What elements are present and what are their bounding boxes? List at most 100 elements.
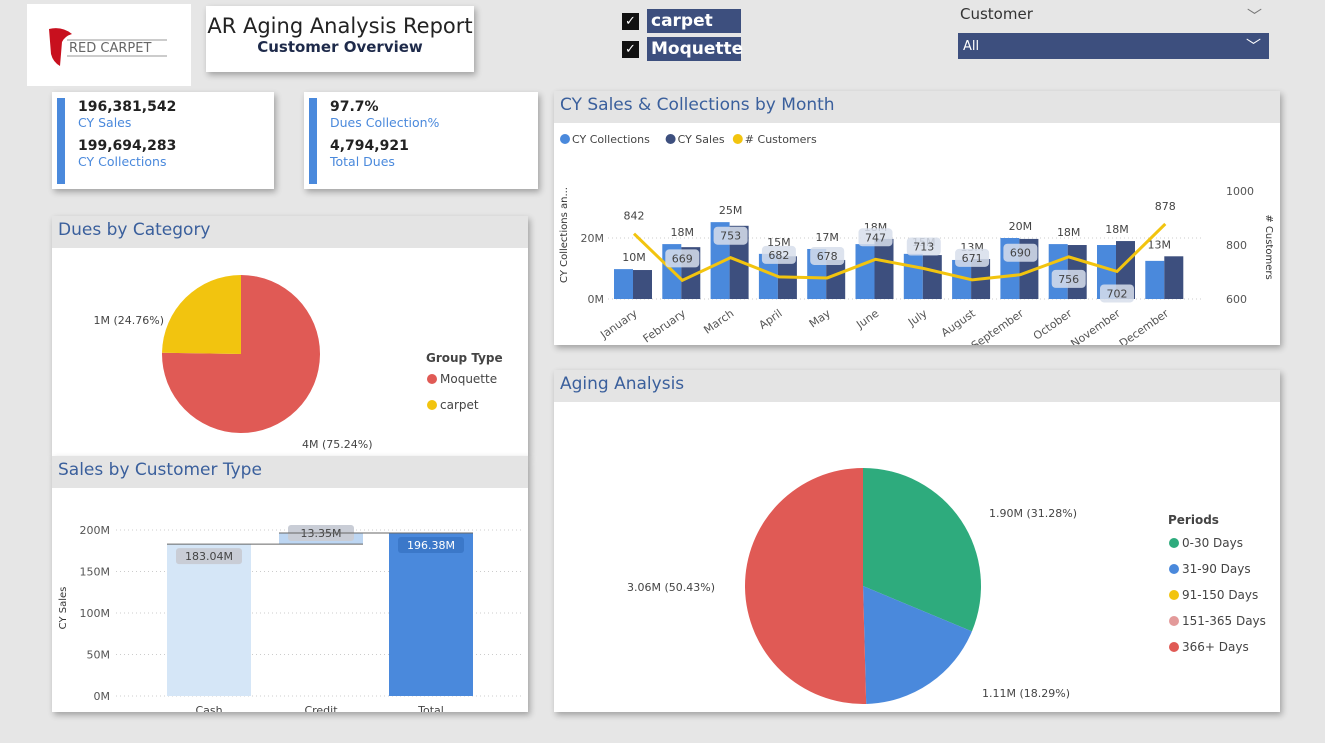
kpi-value: 4,794,921 [330,138,409,154]
bar-cy-collections [614,269,633,299]
kpi-label: Total Dues [330,154,395,169]
x-tick: June [853,307,881,332]
slice-label: 3.06M (50.43%) [627,581,715,594]
line-data-label: 878 [1155,200,1176,213]
aging-pie-chart: 1.90M (31.28%) 1.11M (18.29%) 3.06M (50.43… [627,468,1266,704]
bar-data-label: 13M [1148,238,1172,251]
y-axis-label: CY Sales [58,587,69,630]
legend-title: Periods [1168,513,1219,527]
y2-tick: 600 [1226,293,1247,306]
bar-cy-collections [1145,260,1165,299]
legend-item: CY Sales [678,133,725,146]
filter-carpet[interactable]: ✓ carpet [622,9,741,33]
bar-cy-sales [874,238,894,299]
page-subtitle: Customer Overview [257,38,423,56]
x-tick: July [905,307,930,330]
chevron-down-icon[interactable]: ﹀ [1247,5,1262,26]
waterfall-bar [167,544,251,696]
legend-item: carpet [440,398,479,412]
checkbox-icon[interactable]: ✓ [622,12,639,30]
kpi-value: 199,694,283 [78,138,177,154]
y2-tick: 1000 [1226,185,1254,198]
kpi-label: CY Collections [78,154,167,169]
aging-analysis: Aging Analysis 1.90M (31.28%) 1.11M (18.2… [554,370,1280,712]
x-tick: Credit [304,704,338,712]
y2-tick: 800 [1226,239,1247,252]
visual-title: Sales by Customer Type [52,456,528,488]
x-tick: November [1068,307,1123,345]
legend-marker [1169,590,1179,600]
x-tick: Total [417,704,444,712]
red-carpet-logo: RED CARPET [49,28,167,67]
x-tick: August [939,306,979,339]
slice-label: 1.11M (18.29%) [982,687,1070,700]
combo-chart: CY Collections CY Sales # Customers 0M 20M 60… [559,133,1274,374]
kpi-card-sales: 196,381,542 CY Sales 199,694,283 CY Collec… [52,92,274,189]
customer-dropdown[interactable]: All ﹀ [958,33,1269,59]
customer-slicer-label: Customer ﹀ [960,5,1262,26]
dues-pie-chart: 4M (75.24%) 1M (24.76%) Group Type Moquette… [93,275,503,451]
y-axis-label: CY Collections an... [559,187,570,283]
waterfall-bar [389,533,473,696]
bar-cy-sales [826,259,846,299]
slice-label: 1.90M (31.28%) [989,507,1077,520]
bar-data-label: 17M [815,231,839,244]
y-tick: 0M [94,690,111,703]
x-tick: May [807,307,833,331]
dues-by-category: Dues by Category 4M (75.24%) 1M (24.76%) G… [52,216,528,456]
logo-card: RED CARPET [27,4,191,86]
line-data-label: 669 [672,252,693,265]
filter-label: Moquette [647,37,743,61]
legend-marker [560,134,570,144]
line-data-label: 842 [624,210,645,223]
legend-title: Group Type [426,351,503,365]
bar-data-label: 20M [1009,220,1033,233]
legend-marker [732,134,743,144]
legend-item: 151-365 Days [1182,614,1266,628]
legend-marker [1169,642,1179,652]
x-tick: October [1031,307,1075,343]
kpi-value: 196,381,542 [78,99,177,115]
bar-data-label: 25M [719,204,743,217]
pie-slice [745,468,867,704]
line-data-label: 713 [913,240,934,253]
data-label: 196.38M [407,539,455,552]
visual-title: CY Sales & Collections by Month [554,91,1280,123]
y-tick: 150M [80,566,111,579]
kpi-label: Dues Collection% [330,115,440,130]
sales-collections-by-month: CY Sales & Collections by Month CY Colle… [554,91,1280,374]
line-data-label: 690 [1010,247,1031,260]
checkbox-icon[interactable]: ✓ [622,40,639,58]
filter-moquette[interactable]: ✓ Moquette [622,37,743,61]
line-data-label: 756 [1058,273,1079,286]
kpi-label: CY Sales [78,115,132,130]
y-tick: 20M [581,232,605,245]
sales-by-customer-type: Sales by Customer Type 0M 50M 100M 150M 200M… [52,456,528,736]
x-tick: September [969,307,1027,345]
legend-marker [427,400,437,410]
legend-marker [1169,564,1179,574]
bar-data-label: 18M [671,226,695,239]
title-card: AR Aging Analysis Report Customer Overvi… [206,6,474,72]
y-tick: 0M [588,293,605,306]
y-tick: 100M [80,607,111,620]
x-tick: March [701,307,736,337]
kpi-card-dues: 97.7% Dues Collection% 4,794,921 Total Due… [304,92,538,189]
bar-data-label: 18M [1105,223,1129,236]
bar-cy-collections [855,244,875,299]
bar-data-label: 18M [1057,226,1081,239]
y-tick: 50M [87,649,111,662]
filter-label: carpet [647,9,741,33]
legend-item: 91-150 Days [1182,588,1258,602]
legend-item: 366+ Days [1182,640,1249,654]
line-data-label: 702 [1107,287,1128,300]
slice-label: 1M (24.76%) [93,314,164,327]
x-tick: Cash [195,704,222,712]
legend-item: CY Collections [572,133,650,146]
x-tick: December [1117,307,1172,345]
line-data-label: 671 [962,252,983,265]
legend-marker [1169,538,1179,548]
legend-item: # Customers [745,133,817,146]
x-tick: January [597,307,640,342]
legend-marker [427,374,437,384]
